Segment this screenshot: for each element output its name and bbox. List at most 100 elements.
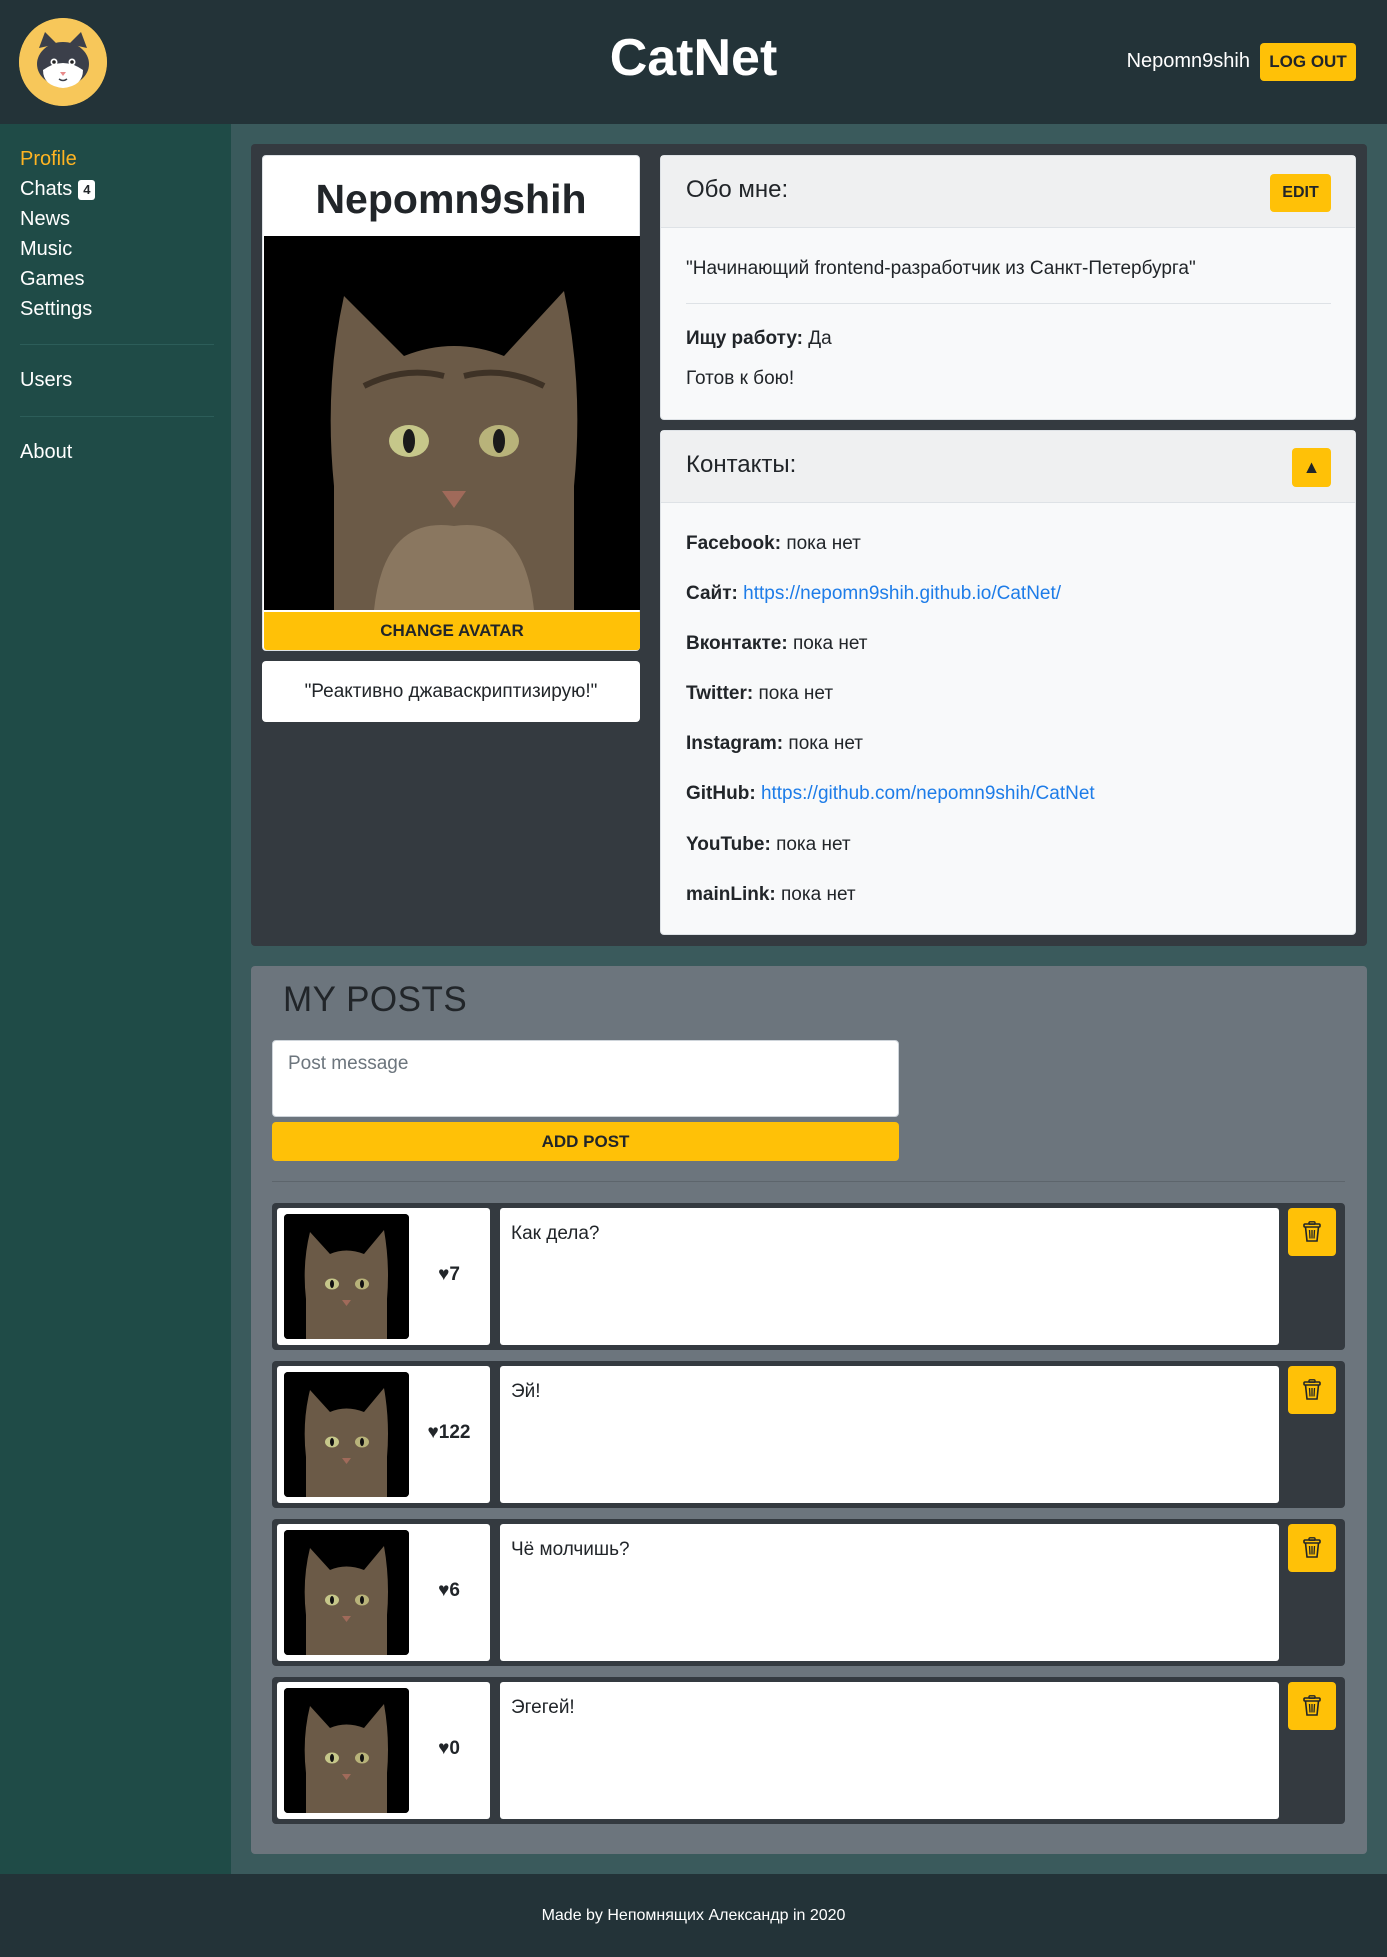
trash-icon bbox=[1303, 1537, 1321, 1558]
add-post-button[interactable]: ADD POST bbox=[272, 1122, 899, 1161]
contact-row-twitter: Twitter: пока нет bbox=[686, 683, 833, 705]
post-text: Эгегей! bbox=[500, 1682, 1279, 1819]
contact-value: пока нет bbox=[792, 633, 868, 654]
sidebar-item-label: Profile bbox=[20, 148, 77, 170]
sidebar-item-chats[interactable]: Chats 4 bbox=[20, 178, 96, 201]
post-avatar bbox=[284, 1214, 409, 1339]
contact-label: Facebook: bbox=[686, 533, 782, 554]
profile-name: Nepomn9shih bbox=[315, 176, 587, 222]
contact-row-vkontakte: Вконтакте: пока нет bbox=[686, 633, 868, 655]
contact-label: Twitter: bbox=[686, 683, 754, 704]
about-me-text: "Начинающий frontend-разработчик из Санк… bbox=[686, 258, 1196, 279]
contact-label: Вконтакте: bbox=[686, 633, 788, 654]
post-likes[interactable]: ♥6 bbox=[417, 1580, 481, 1602]
contact-value: пока нет bbox=[776, 834, 851, 855]
sidebar-item-label: Games bbox=[20, 268, 85, 290]
delete-post-button[interactable] bbox=[1288, 1366, 1336, 1414]
sidebar-item-label: Users bbox=[20, 369, 73, 391]
post-text: Чё молчишь? bbox=[500, 1524, 1279, 1661]
contact-label: YouTube: bbox=[686, 834, 771, 855]
profile-avatar bbox=[264, 236, 640, 610]
footer-credits: Made by Непомнящих Александр in 2020 bbox=[541, 1906, 846, 1924]
contact-label: Instagram: bbox=[686, 733, 784, 754]
post-meta: ♥0 bbox=[277, 1682, 490, 1819]
post-avatar bbox=[284, 1688, 409, 1813]
job-search-row: Ищу работу: Да bbox=[686, 328, 832, 350]
delete-post-button[interactable] bbox=[1288, 1208, 1336, 1256]
post-message-input[interactable] bbox=[272, 1040, 899, 1117]
about-divider bbox=[686, 303, 1331, 304]
trash-icon bbox=[1303, 1221, 1321, 1242]
sidebar-divider bbox=[20, 416, 214, 417]
change-avatar-button[interactable]: CHANGE AVATAR bbox=[264, 612, 640, 650]
profile-panel: Nepomn9shih CHANGE AVATAR bbox=[262, 155, 640, 651]
contact-value: пока нет bbox=[781, 884, 856, 905]
edit-profile-button[interactable]: EDIT bbox=[1270, 174, 1331, 212]
contact-label: GitHub: bbox=[686, 783, 756, 804]
sidebar-item-label: News bbox=[20, 208, 71, 230]
post-item: ♥7 Как дела? bbox=[272, 1203, 1345, 1350]
current-user-name: Nepomn9shih bbox=[1126, 50, 1250, 72]
post-meta: ♥6 bbox=[277, 1524, 490, 1661]
job-search-label: Ищу работу: bbox=[686, 328, 803, 349]
contact-label: mainLink: bbox=[686, 884, 776, 905]
sidebar-item-label: About bbox=[20, 441, 73, 463]
contact-row-instagram: Instagram: пока нет bbox=[686, 733, 863, 755]
sidebar-item-label: Music bbox=[20, 238, 73, 260]
post-meta: ♥7 bbox=[277, 1208, 490, 1345]
contact-label: Сайт: bbox=[686, 583, 738, 604]
sidebar-item-label: Chats bbox=[20, 178, 73, 200]
sidebar-item-games[interactable]: Games bbox=[20, 268, 84, 291]
unread-count-badge: 4 bbox=[78, 179, 96, 200]
github-link[interactable]: https://github.com/nepomn9shih/CatNet bbox=[761, 783, 1095, 804]
sidebar-divider bbox=[20, 344, 214, 345]
contact-row-youtube: YouTube: пока нет bbox=[686, 834, 851, 856]
post-item: ♥6 Чё молчишь? bbox=[272, 1519, 1345, 1666]
contact-row-website: Сайт: https://nepomn9shih.github.io/CatN… bbox=[686, 583, 1061, 605]
posts-title: MY POSTS bbox=[283, 980, 468, 1019]
post-item: ♥0 Эгегей! bbox=[272, 1677, 1345, 1824]
sidebar-item-profile[interactable]: Profile bbox=[20, 148, 77, 171]
post-likes[interactable]: ♥0 bbox=[417, 1738, 481, 1760]
about-panel-header: Обо мне: EDIT bbox=[661, 156, 1355, 228]
sidebar-item-users[interactable]: Users bbox=[20, 369, 72, 392]
delete-post-button[interactable] bbox=[1288, 1682, 1336, 1730]
header: CatNet Nepomn9shih LOG OUT bbox=[0, 0, 1387, 124]
post-text: Как дела? bbox=[500, 1208, 1279, 1345]
sidebar-item-news[interactable]: News bbox=[20, 208, 70, 231]
post-text: Эй! bbox=[500, 1366, 1279, 1503]
post-meta: ♥122 bbox=[277, 1366, 490, 1503]
post-item: ♥122 Эй! bbox=[272, 1361, 1345, 1508]
contact-value: пока нет bbox=[758, 683, 834, 704]
post-likes[interactable]: ♥7 bbox=[417, 1264, 481, 1286]
sidebar-item-music[interactable]: Music bbox=[20, 238, 72, 261]
contact-value: пока нет bbox=[788, 733, 863, 754]
post-likes[interactable]: ♥122 bbox=[417, 1422, 481, 1444]
about-panel: Обо мне: EDIT "Начинающий frontend-разра… bbox=[660, 155, 1356, 420]
job-search-value: Да bbox=[808, 328, 832, 349]
sidebar-item-settings[interactable]: Settings bbox=[20, 298, 92, 321]
collapse-contacts-button[interactable]: ▲ bbox=[1292, 448, 1331, 487]
delete-post-button[interactable] bbox=[1288, 1524, 1336, 1572]
profile-status[interactable]: "Реактивно джаваскриптизирую!" bbox=[262, 661, 640, 722]
post-avatar bbox=[284, 1372, 409, 1497]
logout-button[interactable]: LOG OUT bbox=[1260, 43, 1356, 81]
posts-divider bbox=[272, 1181, 1345, 1182]
footer: Made by Непомнящих Александр in 2020 bbox=[0, 1874, 1387, 1957]
contact-row-mainlink: mainLink: пока нет bbox=[686, 884, 856, 906]
triangle-up-icon: ▲ bbox=[1302, 457, 1321, 477]
website-link[interactable]: https://nepomn9shih.github.io/CatNet/ bbox=[743, 583, 1061, 604]
contacts-title: Контакты: bbox=[686, 451, 797, 478]
contact-value: пока нет bbox=[786, 533, 861, 554]
sidebar: Profile Chats 4 News Music Games Setting… bbox=[0, 124, 231, 1874]
contacts-panel-header: Контакты: ▲ bbox=[661, 431, 1355, 503]
sidebar-item-label: Settings bbox=[20, 298, 93, 320]
trash-icon bbox=[1303, 1695, 1321, 1716]
post-avatar bbox=[284, 1530, 409, 1655]
about-title: Обо мне: bbox=[686, 176, 789, 203]
contact-row-github: GitHub: https://github.com/nepomn9shih/C… bbox=[686, 783, 1095, 805]
contact-row-facebook: Facebook: пока нет bbox=[686, 533, 861, 555]
job-description: Готов к бою! bbox=[686, 368, 795, 389]
trash-icon bbox=[1303, 1379, 1321, 1400]
sidebar-item-about[interactable]: About bbox=[20, 441, 72, 464]
